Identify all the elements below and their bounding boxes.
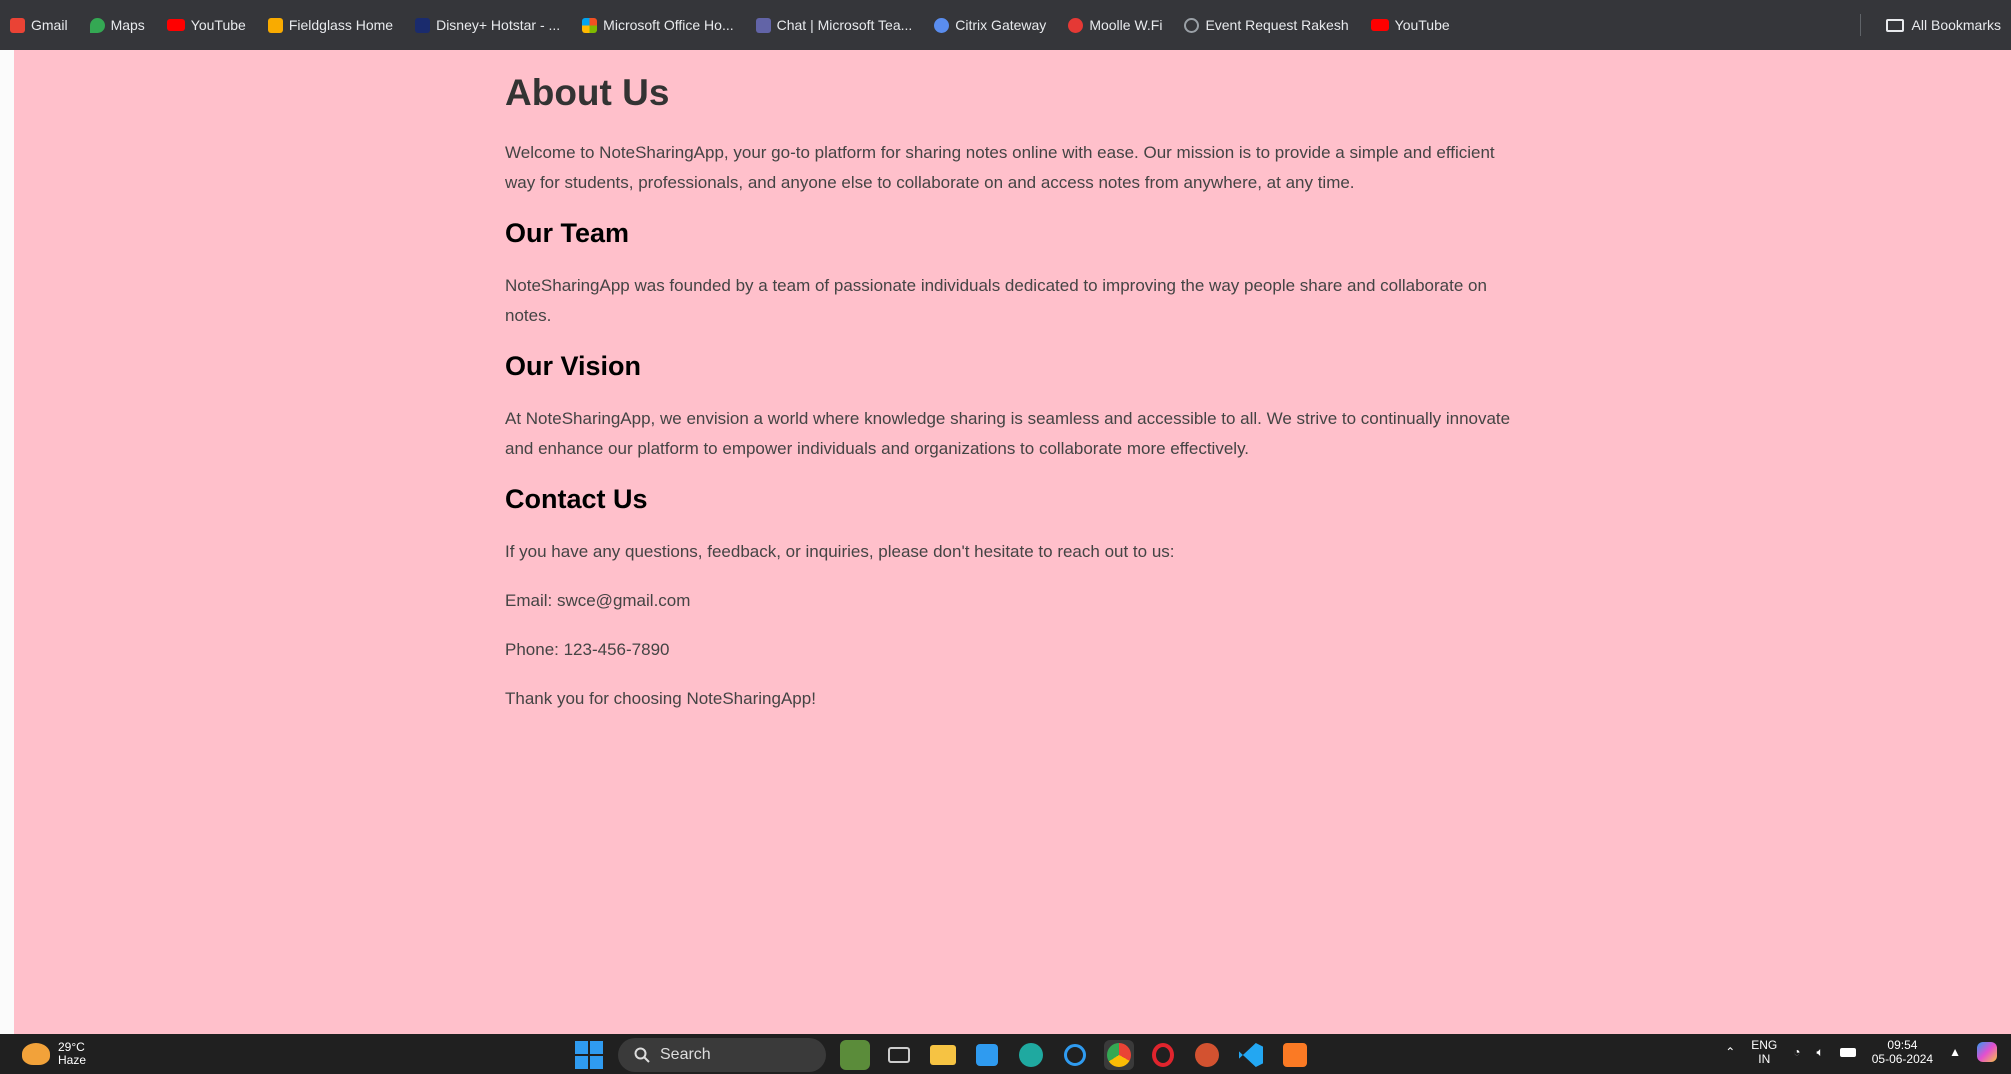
team-heading: Our Team [505, 218, 630, 248]
bookmark-wifi[interactable]: Moolle W.Fi [1068, 17, 1162, 33]
contact-email: Email: swce@gmail.com [505, 591, 691, 610]
bookmark-event-request[interactable]: Event Request Rakesh [1184, 17, 1349, 33]
file-explorer-icon[interactable] [928, 1040, 958, 1070]
opera-icon[interactable] [1148, 1040, 1178, 1070]
vision-paragraph: At NoteSharingApp, we envision a world w… [505, 409, 1511, 458]
thanks-text: Thank you for choosing NoteSharingApp! [505, 689, 816, 708]
bookmark-hotstar[interactable]: Disney+ Hotstar - ... [415, 17, 560, 33]
weather-icon [22, 1043, 50, 1065]
system-tray: ⌃ ENG IN ◔ 🔈︎ 09:54 05-06-2024 ▲ [1725, 1038, 1997, 1066]
taskbar: 29°C Haze Search ⌃ ENG IN ◔ 🔈︎ 09:54 05-… [0, 1034, 2011, 1074]
chevron-up-icon[interactable]: ⌃ [1725, 1045, 1735, 1059]
taskbar-search[interactable]: Search [618, 1038, 826, 1072]
powerpoint-icon[interactable] [1192, 1040, 1222, 1070]
bookmark-office[interactable]: Microsoft Office Ho... [582, 17, 734, 33]
intro-paragraph: Welcome to NoteSharingApp, your go-to pl… [505, 143, 1495, 192]
hotstar-icon [415, 17, 431, 33]
wifi-icon[interactable]: ◔ [1793, 1045, 1800, 1059]
globe-icon [1184, 17, 1200, 33]
weather-widget[interactable]: 29°C Haze [22, 1041, 86, 1067]
page-title: About Us [505, 72, 670, 113]
cortana-icon[interactable] [1060, 1040, 1090, 1070]
youtube-icon [166, 19, 185, 31]
task-view-icon[interactable] [884, 1040, 914, 1070]
folder-icon [1885, 18, 1904, 32]
volume-icon[interactable]: 🔈︎ [1817, 1045, 1824, 1060]
store-icon[interactable] [972, 1040, 1002, 1070]
citrix-icon [934, 17, 950, 33]
fieldglass-icon [267, 17, 283, 33]
vscode-icon[interactable] [1236, 1040, 1266, 1070]
bookmark-citrix[interactable]: Citrix Gateway [934, 17, 1046, 33]
bookmark-maps[interactable]: Maps [89, 17, 145, 33]
widgets-icon[interactable] [840, 1040, 870, 1070]
xampp-icon[interactable] [1280, 1040, 1310, 1070]
windows-icon [575, 1041, 603, 1069]
search-icon [634, 1047, 650, 1063]
taskbar-apps: Search [574, 1038, 1310, 1072]
maps-icon [89, 17, 105, 33]
bookmarks-bar: Gmail Maps YouTube Fieldglass Home Disne… [0, 0, 2011, 50]
bookmark-teams[interactable]: Chat | Microsoft Tea... [755, 17, 912, 33]
copilot-icon[interactable] [1977, 1042, 1997, 1062]
gmail-icon [10, 17, 25, 33]
bookmarks-divider [1860, 14, 1861, 36]
bookmark-fieldglass[interactable]: Fieldglass Home [267, 17, 393, 33]
all-bookmarks-button[interactable]: All Bookmarks [1885, 0, 2001, 50]
about-page: About Us Welcome to NoteSharingApp, your… [14, 50, 2011, 1034]
language-indicator[interactable]: ENG IN [1751, 1038, 1777, 1066]
office-icon [582, 17, 598, 33]
bookmark-youtube[interactable]: YouTube [166, 17, 246, 33]
battery-icon[interactable] [1839, 1047, 1856, 1057]
contact-paragraph: If you have any questions, feedback, or … [505, 542, 1175, 561]
edge-icon[interactable] [1016, 1040, 1046, 1070]
clock[interactable]: 09:54 05-06-2024 [1872, 1038, 1933, 1066]
contact-heading: Contact Us [505, 484, 648, 514]
wifi-bookmark-icon [1068, 17, 1084, 33]
team-paragraph: NoteSharingApp was founded by a team of … [505, 276, 1487, 325]
notification-bell-icon[interactable]: ▲ [1949, 1045, 1961, 1059]
vision-heading: Our Vision [505, 351, 642, 381]
teams-icon [755, 17, 771, 33]
contact-phone: Phone: 123-456-7890 [505, 640, 670, 659]
youtube-icon [1370, 19, 1389, 31]
weather-desc: Haze [58, 1053, 87, 1067]
window-edge [0, 50, 14, 1034]
bookmark-youtube-2[interactable]: YouTube [1370, 17, 1450, 33]
bookmark-gmail[interactable]: Gmail [10, 17, 68, 33]
start-button[interactable] [574, 1040, 604, 1070]
about-content: About Us Welcome to NoteSharingApp, your… [505, 72, 1525, 733]
chrome-icon[interactable] [1104, 1040, 1134, 1070]
